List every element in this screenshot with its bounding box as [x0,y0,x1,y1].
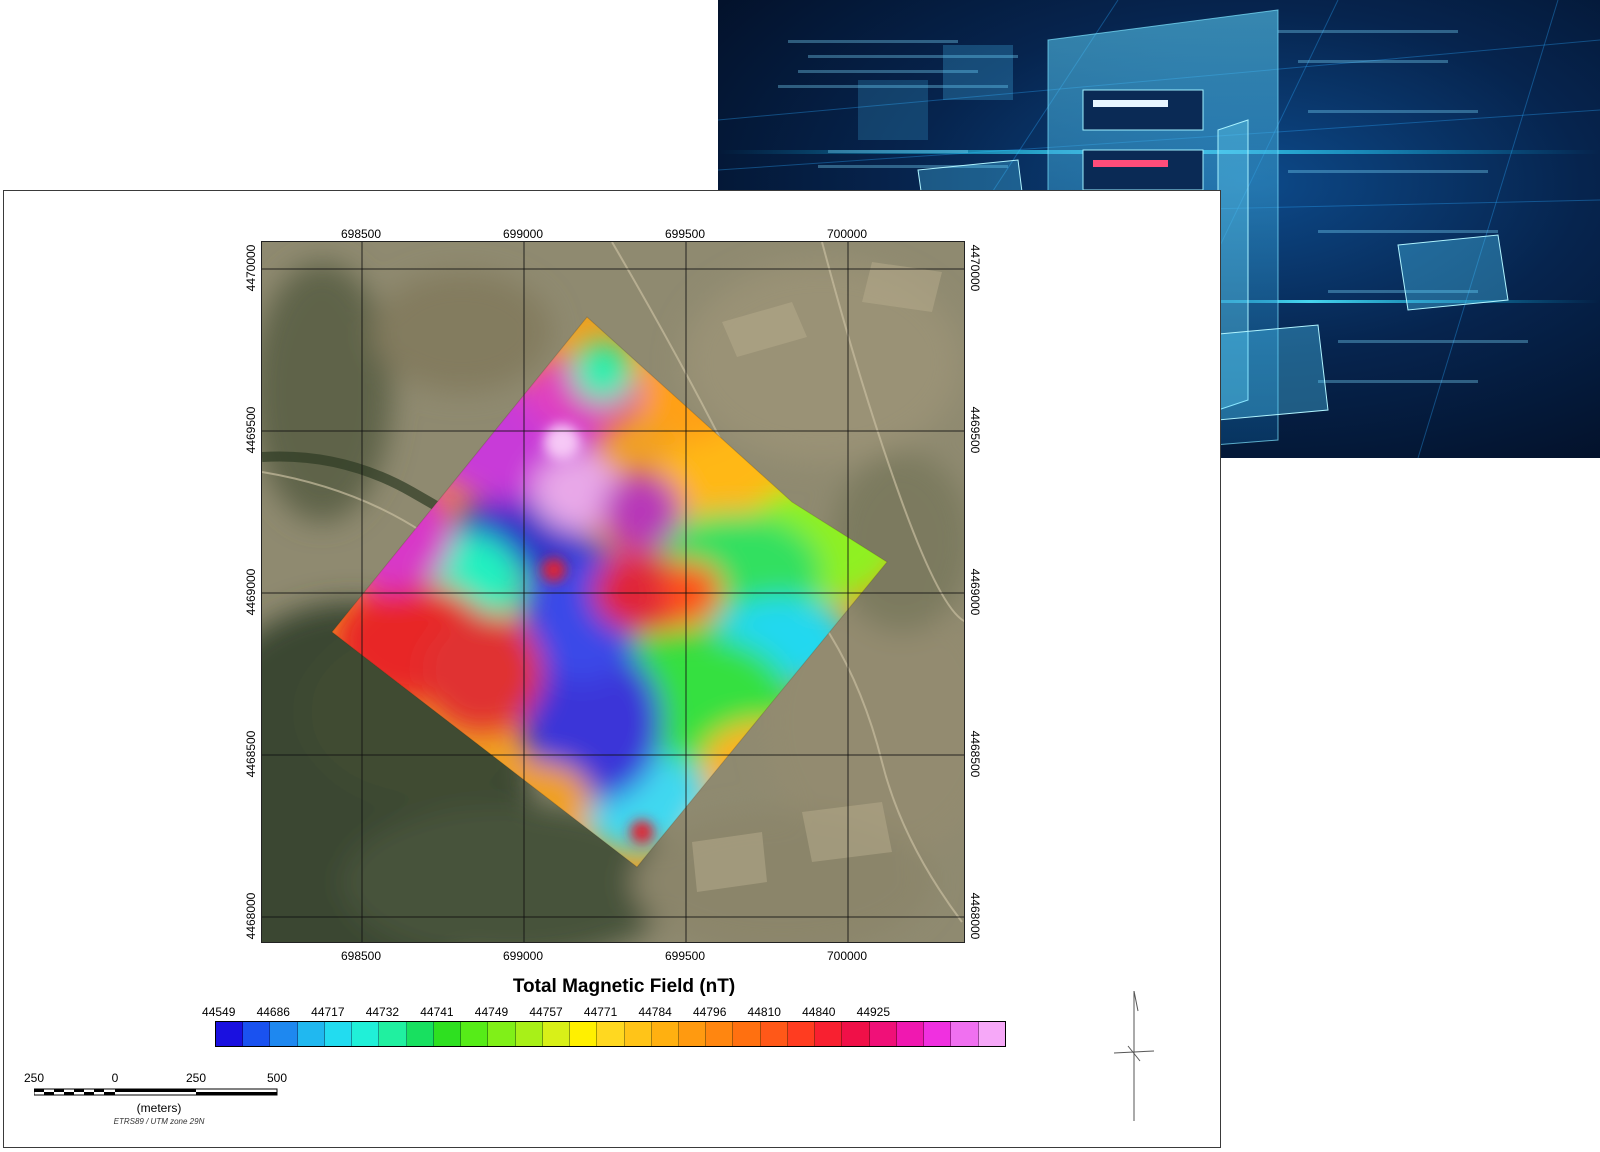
y-tick-left: 4468000 [244,892,258,940]
y-tick-right: 4470000 [968,244,982,292]
color-swatch [924,1022,952,1046]
map-frame[interactable] [261,241,965,943]
color-swatch [651,1022,679,1046]
color-swatch [597,1022,625,1046]
color-swatch [760,1022,788,1046]
y-tick-left: 4469000 [244,568,258,616]
color-swatch [542,1022,571,1046]
color-swatch [787,1022,816,1046]
y-tick-right: 4468500 [968,730,982,778]
x-tick-bottom: 699500 [664,949,706,963]
color-swatch [297,1022,325,1046]
legend-value-label: 44686 [256,1005,290,1019]
color-swatch [352,1022,380,1046]
color-swatch [951,1022,979,1046]
color-swatch [433,1022,462,1046]
scale-label: 250 [185,1071,207,1085]
color-swatch [379,1022,407,1046]
legend-value-label: 44732 [365,1005,400,1019]
legend-value-label: 44784 [638,1005,672,1019]
scale-bar: 250 0 250 500 (meters) ETRS89 / UTM zone… [24,1071,288,1131]
x-tick-bottom: 699000 [502,949,544,963]
color-swatch [461,1022,489,1046]
y-tick-right: 4469000 [968,568,982,616]
color-swatch [815,1022,843,1046]
y-tick-right: 4469500 [968,406,982,454]
legend-value-label: 44796 [693,1005,727,1019]
color-swatch [270,1022,298,1046]
color-swatch [706,1022,734,1046]
scale-label: 0 [111,1071,119,1085]
legend-value-label: 44741 [420,1005,454,1019]
color-swatch [869,1022,897,1046]
legend-value-label: 44757 [529,1005,563,1019]
x-tick-bottom: 698500 [340,949,382,963]
legend-value-label: 44810 [747,1005,781,1019]
color-swatch [570,1022,598,1046]
legend-value-label: 44549 [202,1005,236,1019]
color-swatch [406,1022,434,1046]
color-swatch [624,1022,652,1046]
legend-title: Total Magnetic Field (nT) [512,976,736,997]
legend-value-label: 44925 [856,1005,891,1019]
color-swatch [978,1022,1005,1046]
scale-bar-graphic [34,1088,278,1096]
legend-value-label: 44840 [802,1005,836,1019]
x-tick-top: 700000 [826,227,868,241]
color-swatch [488,1022,516,1046]
y-tick-right: 4468000 [968,892,982,940]
x-tick-top: 698500 [340,227,382,241]
x-tick-top: 699000 [502,227,544,241]
legend-value-label: 44749 [474,1005,509,1019]
color-swatch [324,1022,353,1046]
x-tick-bottom: 700000 [826,949,868,963]
y-tick-left: 4468500 [244,730,258,778]
y-tick-left: 4470000 [244,244,258,292]
coordinate-system-label: ETRS89 / UTM zone 29N [113,1117,205,1126]
color-swatch [243,1022,271,1046]
color-swatch [216,1022,244,1046]
legend-value-label: 44771 [583,1005,618,1019]
scale-units: (meters) [136,1101,182,1115]
scale-label: 250 [23,1071,45,1085]
color-swatch [842,1022,870,1046]
x-tick-top: 699500 [664,227,706,241]
color-scale-bar [215,1021,1006,1047]
scale-label: 500 [266,1071,288,1085]
color-swatch [515,1022,543,1046]
map-panel: 698500 699000 699500 700000 698500 69900… [3,190,1221,1148]
color-swatch [896,1022,925,1046]
color-swatch [733,1022,761,1046]
color-swatch [678,1022,707,1046]
north-arrow-icon [1114,991,1155,1121]
legend-value-label: 44717 [311,1005,345,1019]
satellite-map [262,242,964,942]
y-tick-left: 4469500 [244,406,258,454]
